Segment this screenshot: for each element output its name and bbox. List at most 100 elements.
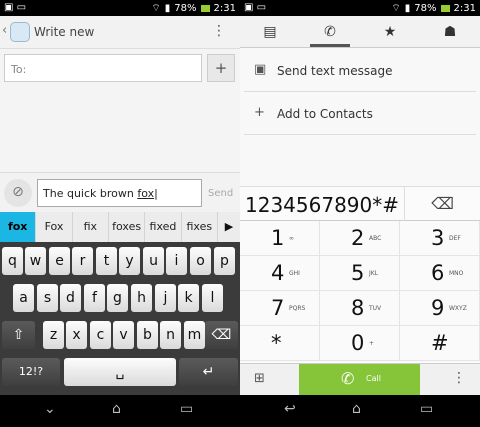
signal-icon: ▮ (164, 3, 171, 14)
app-bar: ‹ Write new ⋮ (0, 16, 240, 49)
message-input[interactable]: The quick brown fox| (37, 179, 202, 207)
suggestion-item[interactable]: Fox (36, 212, 73, 242)
text-cursor: | (154, 187, 158, 200)
message-icon: ▣ (254, 62, 267, 77)
clock: 2:31 (453, 3, 476, 14)
dial-key-0[interactable]: 0 + (320, 326, 400, 361)
key[interactable]: u (143, 247, 164, 275)
notification-icon: ▣ ▭ (4, 2, 27, 13)
attach-icon[interactable]: ⊘ (4, 179, 32, 207)
message-text-composing: fox (137, 187, 155, 200)
battery-percent: 78% (174, 3, 197, 14)
key[interactable]: e (49, 247, 70, 275)
recipient-input[interactable]: To: (4, 54, 202, 82)
keypad-icon[interactable]: ⊞ (254, 371, 265, 386)
symbols-key[interactable]: 12!? (2, 358, 60, 386)
key[interactable]: v (113, 321, 134, 349)
dial-key-hash[interactable]: # (400, 326, 480, 361)
key[interactable]: w (25, 247, 46, 275)
dial-key-1[interactable]: 1 ∞ (240, 221, 320, 256)
key[interactable]: r (72, 247, 93, 275)
dial-key-2[interactable]: 2 ABC (320, 221, 400, 256)
dial-key-6[interactable]: 6 MNO (400, 256, 480, 291)
key[interactable]: t (96, 247, 117, 275)
space-key[interactable]: ␣ (64, 358, 176, 386)
tab-favorites[interactable]: ★ (360, 16, 420, 47)
key[interactable]: l (202, 284, 223, 312)
screen: ▣ ▭ ⌔ ▮ 78% 2:31 ‹ Write new ⋮ To: + ⊘ T… (0, 0, 480, 427)
suggestion-bar: fox Fox fix foxes fixed fixes ▶ (0, 212, 240, 242)
dial-key-4[interactable]: 4 GHI (240, 256, 320, 291)
more-suggestions-icon[interactable]: ▶ (218, 212, 240, 242)
status-bar: ▣ ▭ ⌔ ▮ 78% 2:31 (0, 0, 240, 16)
tab-phone[interactable]: ✆ (300, 16, 360, 47)
call-button[interactable]: ✆ Call (299, 364, 420, 396)
key[interactable]: a (13, 284, 34, 312)
key[interactable]: q (2, 247, 23, 275)
home-icon[interactable]: ⌂ (352, 401, 361, 417)
key[interactable]: f (84, 284, 105, 312)
key[interactable]: o (190, 247, 211, 275)
key[interactable]: x (66, 321, 87, 349)
key[interactable]: z (43, 321, 64, 349)
key[interactable]: c (90, 321, 111, 349)
dial-pad: 1 ∞ 2 ABC 3 DEF 4 GHI 5 JKL 6 MNO 7 PQRS 8 TUV 9… (240, 221, 480, 363)
star-icon: ★ (383, 24, 397, 40)
send-button[interactable]: Send (208, 188, 233, 199)
recent-apps-icon[interactable]: ▭ (180, 401, 193, 417)
dial-key-7[interactable]: 7 PQRS (240, 291, 320, 326)
option-label: Send text message (277, 64, 393, 78)
home-icon[interactable]: ⌂ (112, 401, 121, 417)
suggestion-item[interactable]: foxes (109, 212, 146, 242)
key[interactable]: g (107, 284, 128, 312)
key[interactable]: d (60, 284, 81, 312)
add-recipient-icon[interactable]: + (207, 54, 235, 82)
dial-key-3[interactable]: 3 DEF (400, 221, 480, 256)
battery-icon (200, 5, 210, 12)
key[interactable]: s (37, 284, 58, 312)
add-to-contacts-option[interactable]: + Add to Contacts (244, 93, 476, 135)
page-title: Write new (34, 25, 95, 39)
dial-key-8[interactable]: 8 TUV (320, 291, 400, 326)
backspace-key[interactable]: ⌫ (205, 321, 238, 349)
clock: 2:31 (213, 3, 236, 14)
back-icon[interactable]: ↩ (284, 401, 296, 417)
key[interactable]: k (178, 284, 199, 312)
key[interactable]: b (137, 321, 158, 349)
back-icon[interactable]: ⌄ (44, 401, 56, 417)
key[interactable]: y (119, 247, 140, 275)
delete-icon[interactable]: ⌫ (404, 187, 480, 222)
send-text-message-option[interactable]: ▣ Send text message (244, 50, 476, 92)
battery-icon (440, 5, 450, 12)
overflow-menu-icon[interactable]: ⋮ (452, 370, 466, 386)
key[interactable]: i (166, 247, 187, 275)
enter-key[interactable]: ↵ (179, 358, 238, 386)
shift-key[interactable]: ⇧ (2, 321, 35, 349)
key[interactable]: p (214, 247, 235, 275)
navigation-bar: ↩ ⌂ ▭ (240, 395, 480, 427)
dial-key-5[interactable]: 5 JKL (320, 256, 400, 291)
dial-key-9[interactable]: 9 WXYZ (400, 291, 480, 326)
messaging-app-icon[interactable] (10, 22, 30, 42)
suggestion-item[interactable]: fox (0, 212, 37, 242)
key[interactable]: m (184, 321, 205, 349)
option-label: Add to Contacts (277, 107, 373, 121)
message-row: ⊘ The quick brown fox| Send (0, 172, 240, 212)
number-display: 1234567890*# ⌫ (240, 186, 480, 222)
wifi-icon: ⌔ (151, 3, 161, 14)
call-label: Call (366, 374, 381, 383)
tab-contacts[interactable]: ▤ (240, 16, 300, 47)
back-chevron-icon[interactable]: ‹ (2, 23, 7, 38)
recent-apps-icon[interactable]: ▭ (420, 401, 433, 417)
keyboard: q w e r t y u i o p a s d f g h j k l ⇧ … (0, 242, 240, 395)
dial-key-star[interactable]: * (240, 326, 320, 361)
key[interactable]: j (155, 284, 176, 312)
suggestion-item[interactable]: fix (73, 212, 109, 242)
key[interactable]: h (131, 284, 152, 312)
suggestion-item[interactable]: fixed (145, 212, 182, 242)
key[interactable]: n (160, 321, 181, 349)
suggestion-item[interactable]: fixes (182, 212, 218, 242)
dialed-number[interactable]: 1234567890*# (245, 193, 399, 217)
overflow-menu-icon[interactable]: ⋮ (212, 23, 226, 39)
tab-groups[interactable]: ☗ (420, 16, 480, 47)
